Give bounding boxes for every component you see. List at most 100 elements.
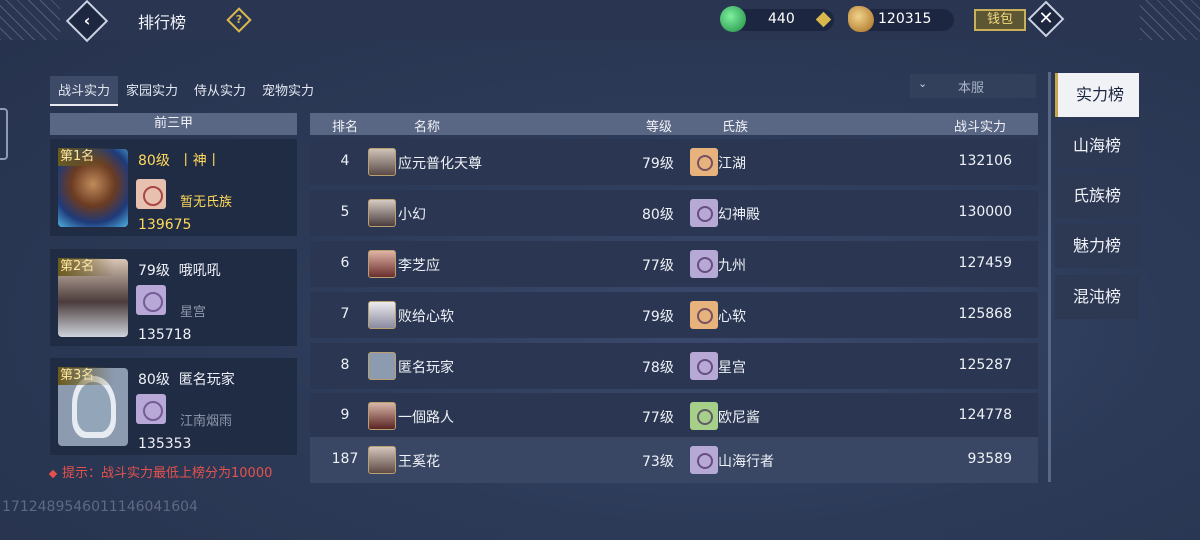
- row-name: 小幻: [398, 207, 426, 223]
- row-name: 应元普化天尊: [398, 156, 482, 172]
- rank-badge: 第2名: [58, 258, 114, 276]
- row-clan: 幻神殿: [718, 207, 760, 223]
- combat-power: 135353: [138, 436, 192, 452]
- clan-emblem-icon: [136, 179, 166, 209]
- clan-emblem-icon: [136, 285, 166, 315]
- tab-combat-power[interactable]: 战斗实力: [50, 76, 119, 106]
- column-level: 等级: [646, 120, 673, 135]
- tab-pet-power[interactable]: 宠物实力: [254, 76, 322, 106]
- row-name: 李芝应: [398, 258, 440, 274]
- jade-currency: 440: [720, 6, 834, 32]
- row-clan: 星宫: [718, 360, 746, 376]
- column-clan: 氏族: [722, 120, 749, 135]
- row-clan: 九州: [718, 258, 746, 274]
- close-button[interactable]: ✕: [1027, 0, 1065, 38]
- table-row[interactable]: 4 应元普化天尊 79级 江湖 132106: [310, 139, 1038, 185]
- avatar: [368, 446, 396, 474]
- corner-decoration-left: [0, 0, 60, 40]
- ranking-table-header: 排名 名称 等级 氏族 战斗实力: [310, 113, 1038, 135]
- rank-badge: 第1名: [58, 148, 114, 166]
- top-card-1[interactable]: 第1名 80级 丨神丨 暂无氏族 139675: [50, 139, 297, 236]
- table-row[interactable]: 8 匿名玩家 78级 星宫 125287: [310, 343, 1038, 389]
- top-card-3[interactable]: 第3名 80级 匿名玩家 江南烟雨 135353: [50, 358, 297, 455]
- side-nav-power[interactable]: 实力榜: [1055, 73, 1139, 117]
- avatar: [368, 148, 396, 176]
- jade-icon: [720, 6, 746, 32]
- back-arrow-icon: ‹: [83, 11, 91, 30]
- side-nav-chaos[interactable]: 混沌榜: [1055, 275, 1139, 319]
- top-card-2[interactable]: 第2名 79级 哦吼吼 星宫 135718: [50, 249, 297, 346]
- row-power: 124778: [958, 407, 1012, 423]
- combat-power: 135718: [138, 327, 192, 343]
- row-power: 130000: [958, 204, 1012, 220]
- avatar: [368, 250, 396, 278]
- warning-icon: [48, 469, 58, 478]
- add-jade-icon[interactable]: [815, 11, 832, 28]
- my-rank-row[interactable]: 187 王奚花 73级 山海行者 93589: [310, 437, 1038, 483]
- row-level: 78级: [642, 360, 674, 376]
- row-name: 一個路人: [398, 410, 454, 426]
- side-collapse-handle[interactable]: [0, 108, 8, 160]
- clan-emblem-icon: [690, 250, 718, 278]
- back-button[interactable]: ‹: [65, 0, 109, 43]
- side-nav-charm[interactable]: 魅力榜: [1055, 224, 1139, 268]
- clan-emblem-icon: [690, 148, 718, 176]
- server-value: 本服: [958, 81, 985, 96]
- row-level: 79级: [642, 156, 674, 172]
- top-three-header: 前三甲: [50, 113, 297, 135]
- column-name: 名称: [414, 120, 441, 135]
- scrollbar[interactable]: [1048, 72, 1051, 482]
- clan-name: 江南烟雨: [180, 414, 233, 429]
- wallet-button[interactable]: 钱包: [974, 9, 1026, 31]
- row-power: 132106: [958, 153, 1012, 169]
- tab-home-power[interactable]: 家园实力: [118, 76, 186, 106]
- row-level: 77级: [642, 410, 674, 426]
- gold-value: 120315: [878, 11, 932, 27]
- clan-emblem-icon: [690, 352, 718, 380]
- gold-ingot-icon: [848, 6, 874, 32]
- row-name: 王奚花: [398, 454, 440, 470]
- row-power: 125287: [958, 357, 1012, 373]
- corner-decoration-right: [1140, 0, 1200, 40]
- close-icon: ✕: [1038, 8, 1054, 29]
- row-level: 79级: [642, 309, 674, 325]
- chevron-down-icon: ⌄: [918, 77, 928, 90]
- clan-emblem-icon: [136, 394, 166, 424]
- row-clan: 欧尼酱: [718, 410, 760, 426]
- table-row[interactable]: 5 小幻 80级 幻神殿 130000: [310, 190, 1038, 236]
- tab-attendant-power[interactable]: 侍从实力: [186, 76, 254, 106]
- gold-currency: 120315: [848, 6, 954, 32]
- avatar: [368, 199, 396, 227]
- tip-text: 提示：战斗实力最低上榜分为10000: [48, 462, 272, 481]
- clan-emblem-icon: [690, 446, 718, 474]
- table-row[interactable]: 7 败给心软 79级 心软 125868: [310, 292, 1038, 338]
- player-level-name: 80级 匿名玩家: [138, 372, 235, 388]
- jade-value: 440: [768, 11, 795, 27]
- table-row[interactable]: 6 李芝应 77级 九州 127459: [310, 241, 1038, 287]
- clan-emblem-icon: [690, 301, 718, 329]
- server-dropdown[interactable]: ⌄ 本服: [910, 74, 1036, 98]
- rank-badge: 第3名: [58, 367, 114, 385]
- row-clan: 山海行者: [718, 454, 774, 470]
- clan-name: 暂无氏族: [180, 195, 233, 210]
- clan-emblem-icon: [690, 402, 718, 430]
- player-level-name: 79级 哦吼吼: [138, 263, 221, 279]
- row-name: 败给心软: [398, 309, 454, 325]
- player-level-name: 80级 丨神丨: [138, 153, 221, 169]
- row-power: 93589: [967, 451, 1012, 467]
- row-power: 127459: [958, 255, 1012, 271]
- top-bar: ‹ 排行榜 ? 440 120315 钱包 ✕: [0, 0, 1200, 43]
- question-icon: ?: [235, 13, 243, 26]
- avatar: [368, 301, 396, 329]
- clan-emblem-icon: [690, 199, 718, 227]
- combat-power: 139675: [138, 217, 192, 233]
- user-id: 1712489546011146041604: [2, 499, 198, 515]
- side-nav-clan[interactable]: 氏族榜: [1055, 174, 1139, 218]
- side-nav-shanhai[interactable]: 山海榜: [1055, 124, 1139, 168]
- anonymous-avatar-icon: [368, 352, 396, 380]
- row-clan: 心软: [718, 309, 746, 325]
- row-clan: 江湖: [718, 156, 746, 172]
- table-row[interactable]: 9 一個路人 77级 欧尼酱 124778: [310, 393, 1038, 439]
- help-button[interactable]: ?: [226, 7, 252, 33]
- category-tabs: 战斗实力 家园实力 侍从实力 宠物实力: [50, 76, 322, 106]
